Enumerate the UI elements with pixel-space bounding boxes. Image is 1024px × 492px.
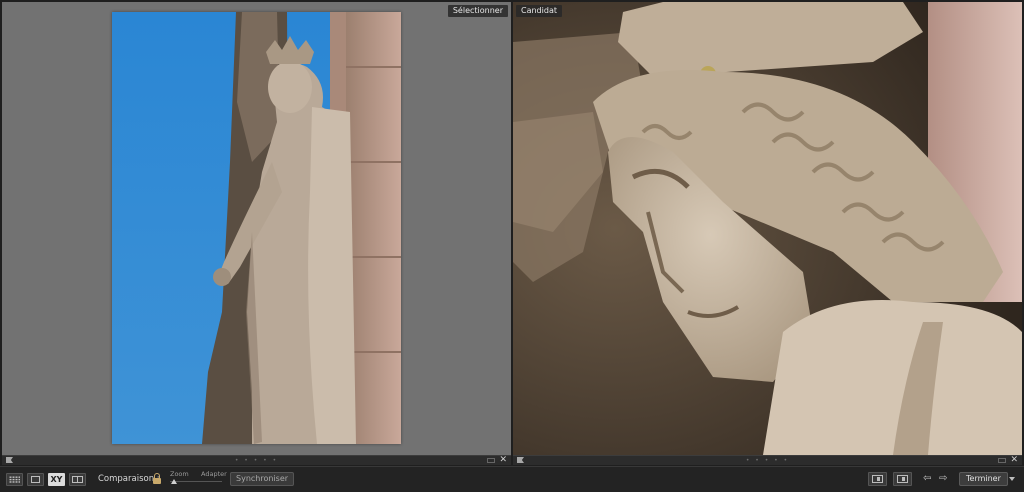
grid-view-button[interactable] bbox=[6, 473, 23, 486]
swap-icon bbox=[872, 475, 883, 483]
zoom-slider-track[interactable] bbox=[170, 481, 222, 482]
color-label-icon[interactable] bbox=[487, 458, 495, 463]
compare-label: Comparaison : bbox=[98, 474, 160, 484]
make-select-button[interactable] bbox=[893, 472, 912, 486]
flag-icon[interactable] bbox=[6, 457, 13, 463]
make-select-icon bbox=[897, 475, 908, 483]
next-arrow-icon[interactable]: ⇨ bbox=[939, 472, 947, 486]
close-icon[interactable]: ✕ bbox=[499, 455, 507, 465]
unlock-icon[interactable] bbox=[153, 473, 161, 485]
rating-dots[interactable]: • • • • • bbox=[746, 457, 789, 464]
flag-icon[interactable] bbox=[517, 457, 524, 463]
compare-view-button[interactable]: XY bbox=[48, 473, 65, 486]
candidate-photo[interactable] bbox=[513, 2, 1022, 455]
select-photo[interactable] bbox=[112, 12, 401, 444]
survey-view-button[interactable] bbox=[69, 473, 86, 486]
zoom-slider-thumb[interactable] bbox=[171, 479, 177, 484]
rating-dots[interactable]: • • • • • bbox=[235, 457, 278, 464]
select-info-strip: • • • • • ✕ bbox=[2, 455, 511, 465]
done-button[interactable]: Terminer bbox=[959, 472, 1008, 486]
zoom-label: Zoom bbox=[170, 470, 189, 478]
compare-view-window: Sélectionner Candidat • • • • • ✕ • • • … bbox=[0, 0, 1024, 492]
select-pane[interactable]: Sélectionner bbox=[2, 2, 511, 455]
loupe-view-button[interactable] bbox=[27, 473, 44, 486]
candidate-label: Candidat bbox=[516, 5, 562, 17]
compare-icon: XY bbox=[50, 475, 63, 484]
previous-arrow-icon[interactable]: ⇦ bbox=[923, 472, 931, 486]
candidate-info-strip: • • • • • ✕ bbox=[513, 455, 1022, 465]
chevron-down-icon[interactable] bbox=[1009, 477, 1015, 481]
swap-button[interactable] bbox=[868, 472, 887, 486]
survey-icon bbox=[72, 476, 83, 483]
bottom-toolbar: XY Comparaison : Zoom Adapter Synchronis… bbox=[0, 466, 1024, 492]
candidate-pane[interactable]: Candidat bbox=[513, 2, 1022, 455]
statue-closeup-image bbox=[513, 2, 1022, 455]
sync-button[interactable]: Synchroniser bbox=[230, 472, 295, 486]
color-label-icon[interactable] bbox=[998, 458, 1006, 463]
fit-label[interactable]: Adapter bbox=[201, 470, 227, 478]
select-label: Sélectionner bbox=[447, 5, 508, 17]
close-icon[interactable]: ✕ bbox=[1010, 455, 1018, 465]
loupe-icon bbox=[31, 476, 40, 483]
grid-icon bbox=[9, 476, 20, 483]
statue-full-image bbox=[112, 12, 401, 444]
